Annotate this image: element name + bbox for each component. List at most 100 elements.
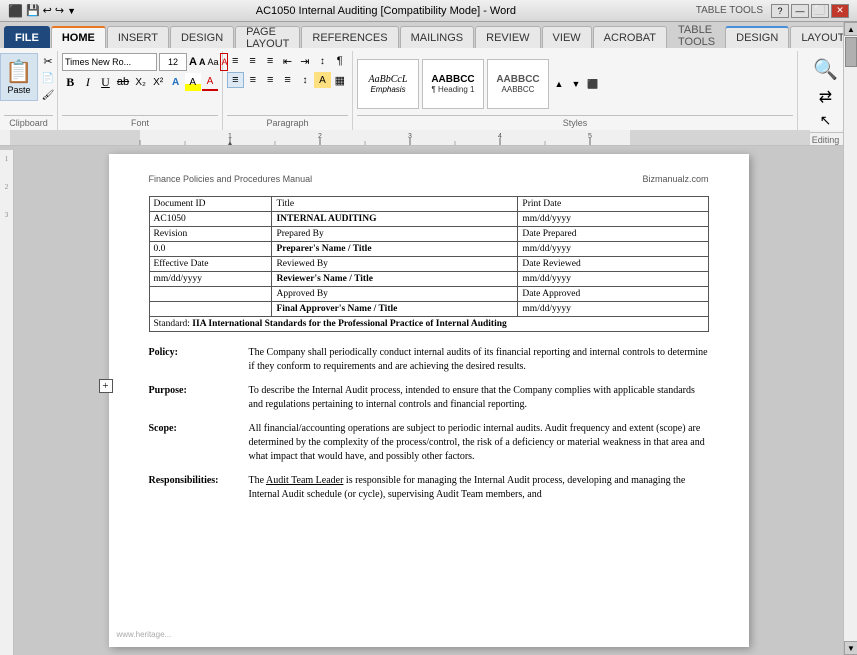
tab-insert[interactable]: INSERT (107, 26, 169, 48)
strikethrough-btn[interactable]: ab (115, 73, 132, 91)
tab-review[interactable]: REVIEW (475, 26, 540, 48)
sort-btn[interactable]: ↕ (314, 53, 330, 69)
cell-revision-value: 0.0 (149, 242, 272, 257)
italic-btn[interactable]: I (80, 73, 97, 91)
style-emphasis[interactable]: AaBbCcL Emphasis (357, 59, 419, 109)
select-icon: ↖ (820, 112, 832, 129)
scroll-down-btn[interactable]: ▼ (844, 641, 857, 655)
document-header: Finance Policies and Procedures Manual B… (149, 174, 709, 184)
header-left: Finance Policies and Procedures Manual (149, 174, 313, 184)
tab-mailings[interactable]: MAILINGS (400, 26, 475, 48)
scrollbar[interactable]: ▲ ▼ (843, 22, 857, 655)
styles-scroll-up[interactable]: ▲ (552, 76, 566, 92)
font-group: A A Aa A B I U ab X₂ X² A A A Font (58, 51, 223, 130)
close-btn[interactable]: ✕ (831, 4, 849, 18)
find-icon: 🔍 (813, 57, 838, 82)
font-shrink-btn[interactable]: A (199, 53, 206, 71)
undo-icon[interactable]: ↩ (43, 4, 52, 17)
cell-revision-label: Revision (149, 227, 272, 242)
scroll-up-btn[interactable]: ▲ (844, 22, 857, 36)
cell-date-reviewed-label: Date Reviewed (518, 257, 708, 272)
minimize-btn[interactable]: — (791, 4, 809, 18)
policy-section: Policy: The Company shall periodically c… (149, 346, 709, 374)
save-icon[interactable]: 💾 (26, 4, 40, 17)
purpose-label: Purpose: (149, 384, 249, 412)
font-grow-btn[interactable]: A (189, 53, 197, 71)
select-button[interactable]: ↖ (820, 112, 832, 129)
tab-references[interactable]: REFERENCES (301, 26, 398, 48)
underline-btn[interactable]: U (97, 73, 114, 91)
cell-effective-date-label: Effective Date (149, 257, 272, 272)
highlight-btn[interactable]: A (185, 73, 201, 91)
table-row: AC1050 INTERNAL AUDITING mm/dd/yyyy (149, 212, 708, 227)
tab-design-tt[interactable]: DESIGN (725, 26, 789, 48)
table-tools-label: TABLE TOOLS (668, 24, 725, 48)
paste-button[interactable]: 📋 Paste (0, 53, 38, 101)
show-hide-btn[interactable]: ¶ (332, 53, 348, 69)
line-spacing-btn[interactable]: ↕ (297, 72, 313, 88)
text-effect-btn[interactable]: A (167, 73, 183, 91)
copy-button[interactable]: 📄 (39, 70, 57, 86)
header-right: Bizmanualz.com (642, 174, 708, 184)
purpose-section: Purpose: To describe the Internal Audit … (149, 384, 709, 412)
paragraph-group: ≡ ≡ ≡ ⇤ ⇥ ↕ ¶ ≡ ≡ ≡ ≡ ↕ A ▦ Paragraph (223, 51, 353, 130)
cell-date-prepared-label: Date Prepared (518, 227, 708, 242)
shading-btn[interactable]: A (314, 72, 330, 88)
change-case-btn[interactable]: Aa (207, 53, 218, 71)
table-row: 0.0 Preparer's Name / Title mm/dd/yyyy (149, 242, 708, 257)
quick-access-icon[interactable]: ⬛ (8, 4, 23, 18)
style-heading1[interactable]: AABBCC ¶ Heading 1 (422, 59, 484, 109)
tab-page-layout[interactable]: PAGE LAYOUT (235, 26, 300, 48)
tab-acrobat[interactable]: ACROBAT (593, 26, 667, 48)
cell-title-value: INTERNAL AUDITING (272, 212, 518, 227)
table-row: Document ID Title Print Date (149, 197, 708, 212)
tab-home[interactable]: HOME (51, 26, 106, 48)
justify-btn[interactable]: ≡ (279, 72, 295, 88)
styles-group-label: Styles (357, 115, 793, 128)
increase-indent-btn[interactable]: ⇥ (297, 53, 313, 69)
vertical-ruler: 1 2 3 (0, 150, 14, 655)
superscript-btn[interactable]: X² (150, 73, 167, 91)
font-size-input[interactable] (159, 53, 187, 71)
title-bar-left-icons[interactable]: ⬛ 💾 ↩ ↪ ▼ (8, 4, 76, 18)
align-center-btn[interactable]: ≡ (245, 72, 261, 88)
styles-scroll-down[interactable]: ▼ (569, 76, 583, 92)
tab-view[interactable]: VIEW (542, 26, 592, 48)
ruler: 1 2 3 4 5 (0, 130, 857, 146)
table-row-standard: Standard: IIA International Standards fo… (149, 317, 708, 332)
find-button[interactable]: 🔍 (813, 57, 838, 82)
svg-text:1: 1 (228, 133, 232, 140)
bullet-list-btn[interactable]: ≡ (227, 53, 243, 69)
maximize-btn[interactable]: ⬜ (811, 4, 829, 18)
decrease-indent-btn[interactable]: ⇤ (279, 53, 295, 69)
style-heading2[interactable]: AABBCC AABBCC (487, 59, 549, 109)
tab-file[interactable]: FILE (4, 26, 50, 48)
replace-button[interactable]: ⇄ (819, 87, 832, 107)
cell-date-approved-label: Date Approved (518, 287, 708, 302)
cell-approved-by-value: Final Approver's Name / Title (272, 302, 518, 317)
font-name-input[interactable] (62, 53, 157, 71)
cell-empty2 (149, 302, 272, 317)
svg-text:3: 3 (408, 133, 412, 140)
table-add-button[interactable]: + (99, 379, 113, 393)
styles-expand[interactable]: ⬛ (586, 76, 600, 92)
cell-prepared-by-label: Prepared By (272, 227, 518, 242)
subscript-btn[interactable]: X₂ (132, 73, 149, 91)
dropdown-icon[interactable]: ▼ (67, 6, 76, 16)
bold-btn[interactable]: B (62, 73, 79, 91)
number-list-btn[interactable]: ≡ (244, 53, 260, 69)
font-color-btn[interactable]: A (202, 73, 218, 91)
align-right-btn[interactable]: ≡ (262, 72, 278, 88)
policy-content: The Company shall periodically conduct i… (249, 346, 709, 374)
multilevel-list-btn[interactable]: ≡ (262, 53, 278, 69)
align-left-btn[interactable]: ≡ (227, 72, 244, 88)
window-controls[interactable]: ? — ⬜ ✕ (771, 4, 849, 18)
scroll-thumb[interactable] (845, 37, 857, 67)
cut-button[interactable]: ✂ (39, 53, 57, 69)
border-btn[interactable]: ▦ (332, 72, 348, 88)
tab-design[interactable]: DESIGN (170, 26, 234, 48)
format-painter-button[interactable]: 🖌 (39, 87, 57, 103)
ribbon-content: 📋 Paste ✂ 📄 🖌 Clipboard A A Aa A B I (0, 48, 857, 130)
redo-icon[interactable]: ↪ (55, 4, 64, 17)
help-btn[interactable]: ? (771, 4, 789, 18)
